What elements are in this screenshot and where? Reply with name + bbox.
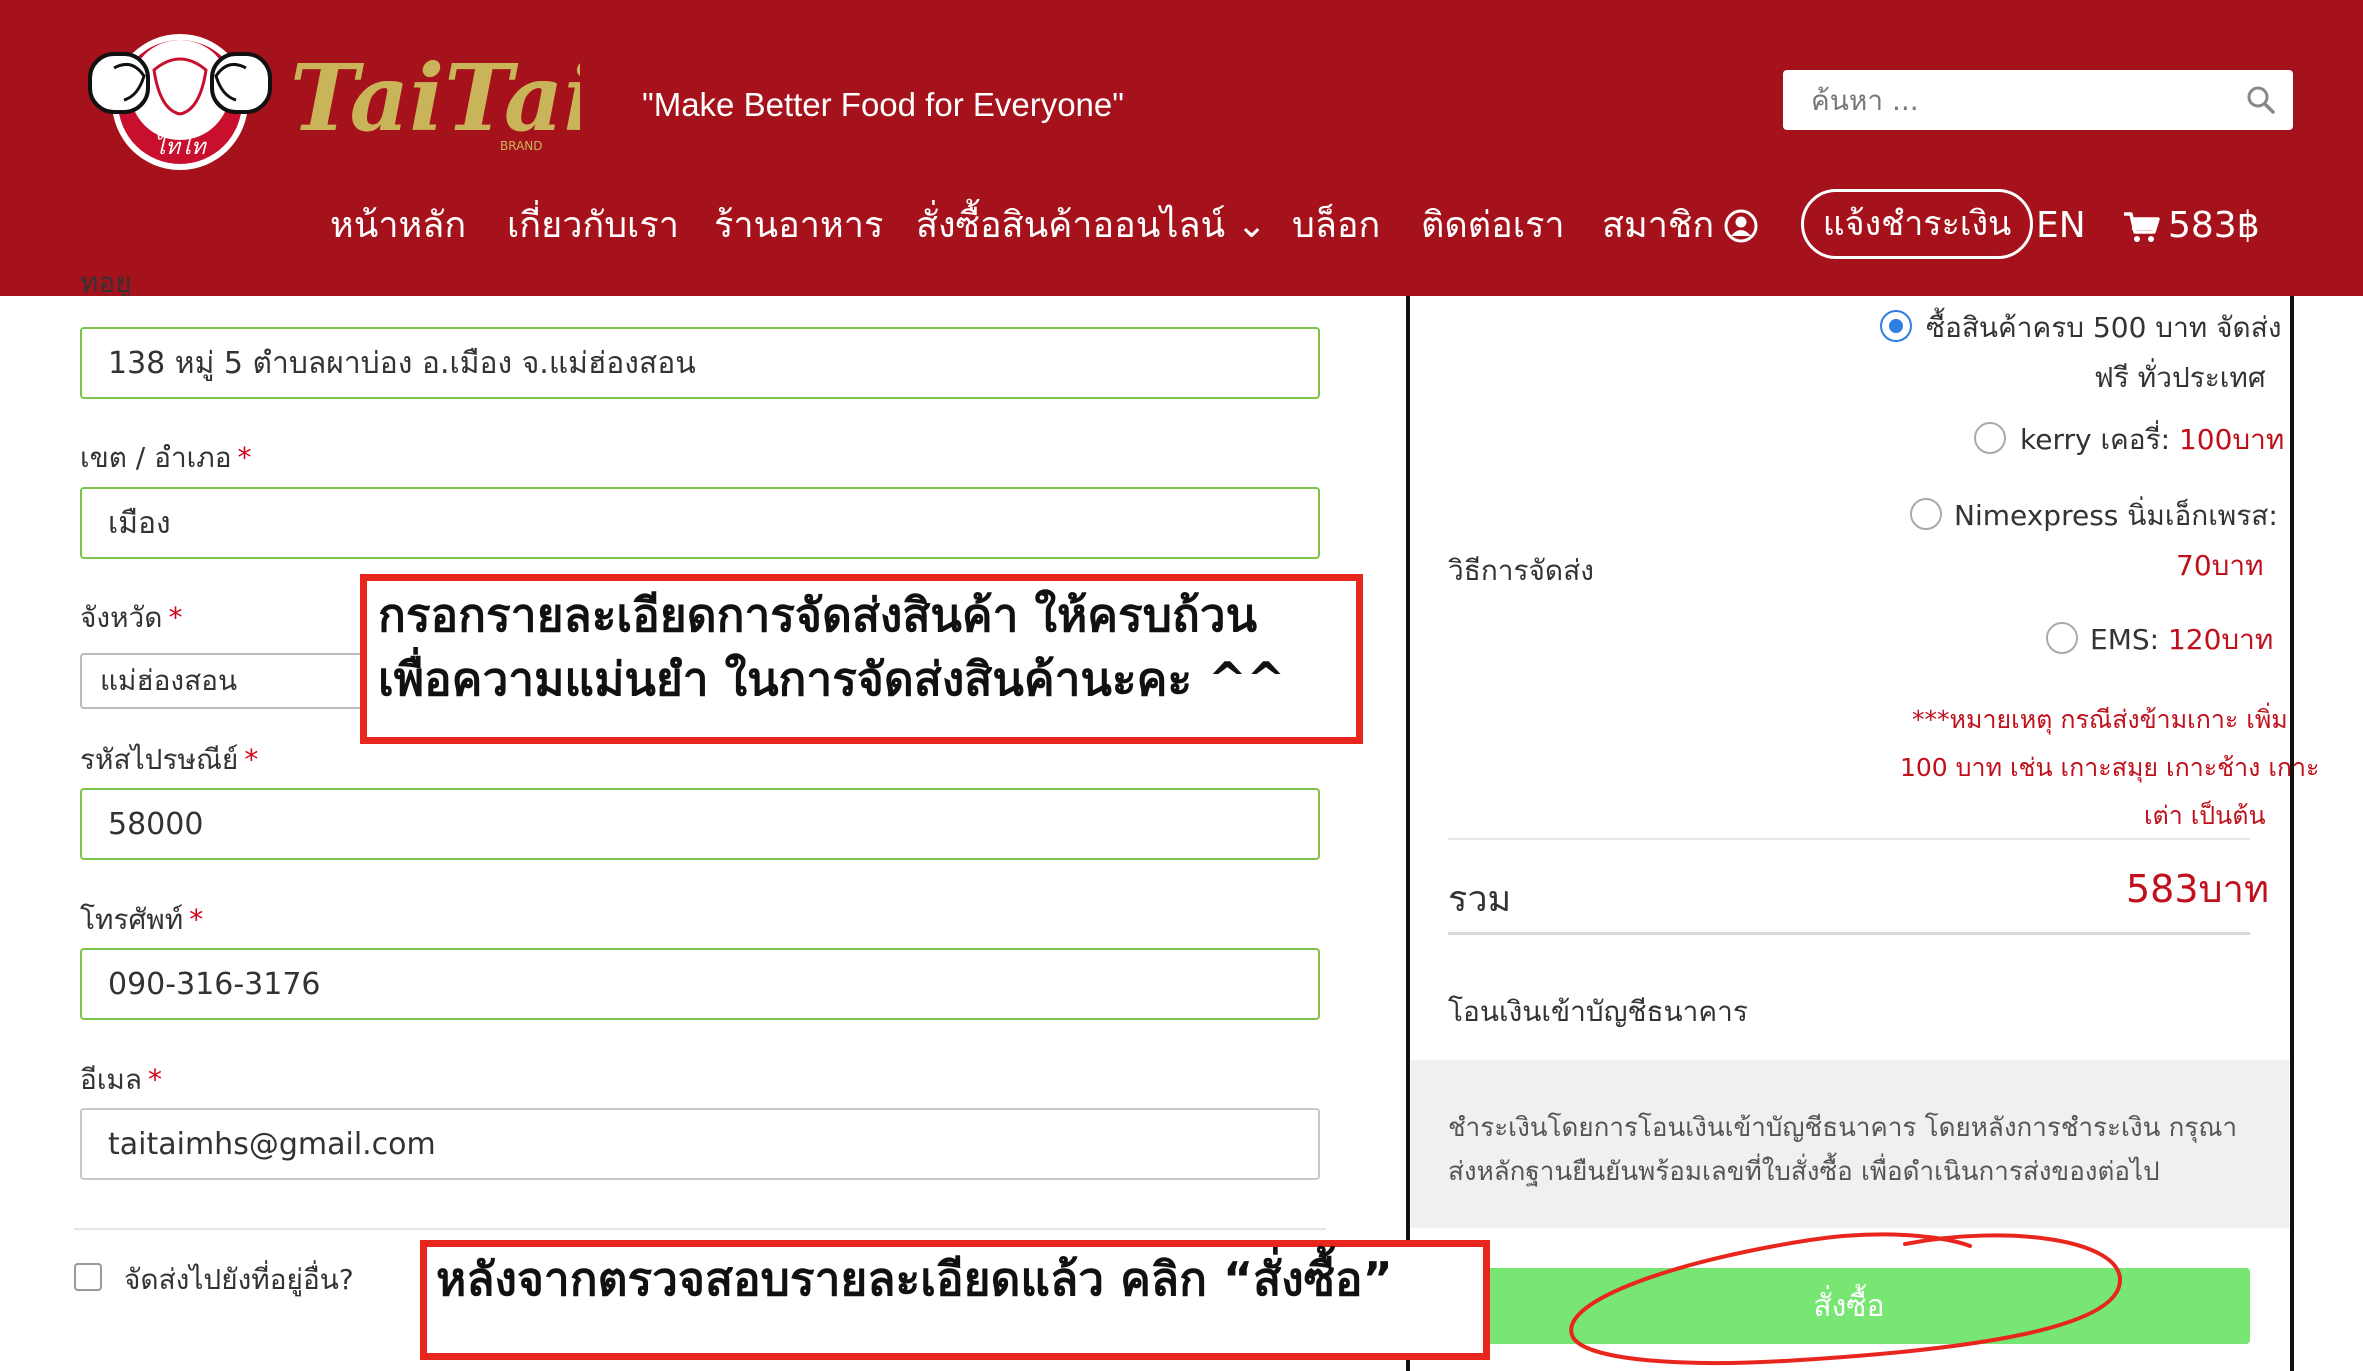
cart-icon[interactable] xyxy=(2122,210,2160,244)
payment-notify-button[interactable]: แจ้งชำระเงิน xyxy=(1801,189,2033,259)
form-divider xyxy=(74,1228,1326,1230)
language-switch[interactable]: EN xyxy=(2036,196,2086,256)
postcode-field[interactable] xyxy=(80,788,1320,860)
phone-field[interactable] xyxy=(80,948,1320,1020)
nimexpress-price: 70บาท xyxy=(2176,549,2264,582)
search-input[interactable] xyxy=(1783,70,2293,130)
cart-total[interactable]: 583฿ xyxy=(2168,196,2260,256)
site-header: ไทไท TaiTai BRAND "Make Better Food for … xyxy=(0,0,2363,296)
annotation-fill-details-line1: กรอกรายละเอียดการจัดส่งสินค้า ให้ครบถ้วน xyxy=(378,588,1258,642)
payment-description: ชำระเงินโดยการโอนเงินเข้าบัญชีธนาคาร โดย… xyxy=(1448,1113,2238,1187)
ship-elsewhere-label: จัดส่งไปยังที่อยู่อื่น? xyxy=(124,1263,354,1296)
user-icon[interactable] xyxy=(1723,208,1759,244)
shipping-radio-nimexpress[interactable] xyxy=(1910,498,1942,530)
svg-text:TaiTai: TaiTai xyxy=(290,44,580,152)
nav-item-home[interactable]: หน้าหลัก xyxy=(330,196,466,256)
annotation-circle xyxy=(1569,1232,2123,1365)
brand-logo[interactable]: ไทไท xyxy=(84,24,284,174)
summary-border-left xyxy=(1406,296,1410,1371)
summary-border-right xyxy=(2290,296,2294,1371)
shipping-radio-ems[interactable] xyxy=(2046,622,2078,654)
nav-item-blog[interactable]: บล็อก xyxy=(1292,196,1380,256)
required-mark: * xyxy=(237,441,252,474)
annotation-fill-details-line2: เพื่อความแม่นยำ ในการจัดส่งสินค้านะคะ ^^ xyxy=(378,652,1286,706)
total-value: 583บาท xyxy=(2126,867,2270,911)
district-label-text: เขต / อำเภอ xyxy=(80,441,232,474)
district-label: เขต / อำเภอ * xyxy=(80,436,252,480)
search-icon[interactable] xyxy=(2245,84,2277,116)
svg-text:BRAND: BRAND xyxy=(500,139,543,153)
email-label: อีเมล * xyxy=(80,1058,162,1102)
nav-item-restaurant[interactable]: ร้านอาหาร xyxy=(714,196,883,256)
tagline: "Make Better Food for Everyone" xyxy=(642,86,1124,123)
district-field[interactable] xyxy=(80,487,1320,559)
shipping-radio-free[interactable] xyxy=(1880,310,1912,342)
kerry-price: 100บาท xyxy=(2178,423,2285,456)
brand-wordmark: TaiTai BRAND xyxy=(290,44,580,153)
shipping-note-line2: 100 บาท เช่น เกาะสมุย เกาะช้าง เกาะ xyxy=(1900,753,2320,782)
summary-divider xyxy=(1448,838,2250,840)
required-mark: * xyxy=(189,903,204,936)
shipping-note-line1: ***หมายเหตุ กรณีส่งข้ามเกาะ เพิ่ม xyxy=(1912,705,2288,734)
shipping-note-line3: เต่า เป็นต้น xyxy=(2144,801,2266,830)
annotation-click-order: หลังจากตรวจสอบรายละเอียดแล้ว คลิก “สั่งซ… xyxy=(436,1252,1393,1306)
nav-item-contact[interactable]: ติดต่อเรา xyxy=(1421,196,1565,256)
shipping-option-ems: EMS: 120บาท xyxy=(2090,618,2273,662)
province-label-text: จังหวัด xyxy=(80,601,163,634)
shipping-label: วิธีการจัดส่ง xyxy=(1448,554,1594,587)
shipping-radio-kerry[interactable] xyxy=(1974,422,2006,454)
required-mark: * xyxy=(168,601,183,634)
payment-method-label[interactable]: โอนเงินเข้าบัญชีธนาคาร xyxy=(1448,990,1748,1034)
shipping-option-free-line2: ฟรี ทั่วประเทศ xyxy=(2094,361,2266,394)
total-label: รวม xyxy=(1448,879,1512,920)
nav-item-about[interactable]: เกี่ยวกับเรา xyxy=(507,196,679,256)
nav-item-shop-online[interactable]: สั่งซื้อสินค้าออนไลน์ ⌄ xyxy=(916,196,1267,256)
address-label: ที่อยู่ xyxy=(80,276,132,296)
required-mark: * xyxy=(244,743,259,776)
province-label: จังหวัด * xyxy=(80,596,182,640)
phone-label-text: โทรศัพท์ xyxy=(80,903,184,936)
postcode-label-text: รหัสไปรษณีย์ xyxy=(80,743,239,776)
email-field[interactable] xyxy=(80,1108,1320,1180)
postcode-label: รหัสไปรษณีย์ * xyxy=(80,738,258,782)
email-label-text: อีเมล xyxy=(80,1063,143,1096)
nav-item-member[interactable]: สมาชิก xyxy=(1602,196,1714,256)
ems-price: 120บาท xyxy=(2167,623,2274,656)
address-field[interactable] xyxy=(80,327,1320,399)
total-divider xyxy=(1448,932,2250,935)
ship-elsewhere-checkbox[interactable] xyxy=(74,1263,102,1291)
shipping-option-nimexpress: Nimexpress นิ่มเอ็กเพรส: xyxy=(1954,499,2278,532)
required-mark: * xyxy=(148,1063,163,1096)
kerry-name: kerry เคอรี่: xyxy=(2020,423,2179,456)
svg-text:ไทไท: ไทไท xyxy=(154,134,207,160)
shipping-option-free-line1: ซื้อสินค้าครบ 500 บาท จัดส่ง xyxy=(1926,311,2282,344)
shipping-option-kerry: kerry เคอรี่: 100บาท xyxy=(2020,418,2284,462)
ems-name: EMS: xyxy=(2090,623,2168,656)
phone-label: โทรศัพท์ * xyxy=(80,898,203,942)
search-box xyxy=(1783,70,2293,130)
